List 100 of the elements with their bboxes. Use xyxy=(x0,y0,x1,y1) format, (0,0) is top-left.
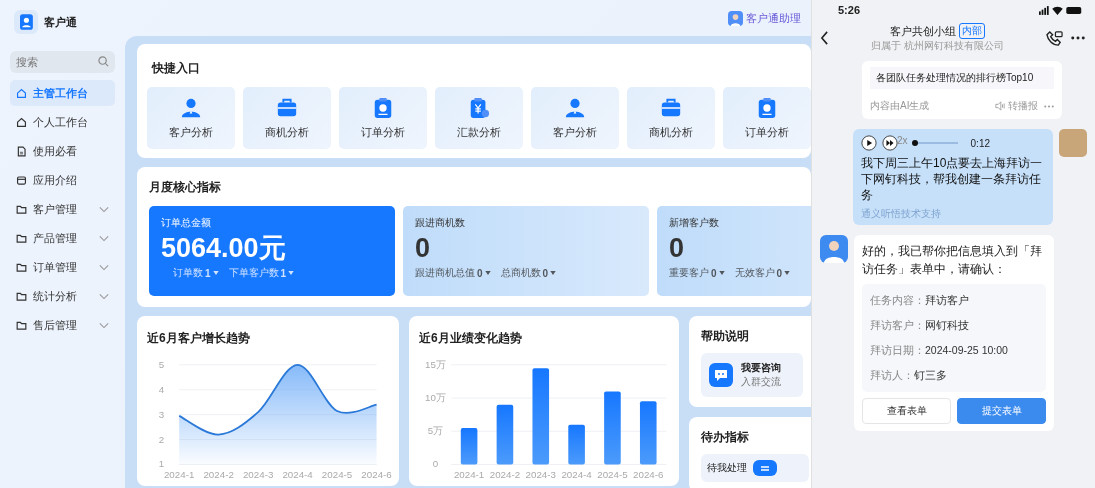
sidebar-item[interactable]: 统计分析 xyxy=(10,283,115,309)
sidebar-item[interactable]: 订单管理 xyxy=(10,254,115,280)
axis-tick-label: 2024-5 xyxy=(597,469,628,481)
axis-tick-label: 2024-4 xyxy=(282,469,313,481)
field-label: 任务内容： xyxy=(870,293,925,308)
more-icon[interactable] xyxy=(1071,36,1085,40)
bar xyxy=(460,427,478,465)
search-field[interactable]: 搜索 xyxy=(10,51,115,73)
sidebar-item[interactable]: 产品管理 xyxy=(10,225,115,251)
axis-tick-label: 2024-6 xyxy=(361,469,392,481)
home-icon xyxy=(16,116,27,128)
chart-title: 近6月客户增长趋势 xyxy=(147,330,251,347)
axis-tick-label: 2024-1 xyxy=(163,469,195,481)
caret-down-icon xyxy=(784,271,791,275)
quick-entry-tile[interactable]: 订单分析 xyxy=(723,87,811,149)
sidebar-item[interactable]: 使用必看 xyxy=(10,138,115,164)
help-title: 我要咨询 xyxy=(741,361,781,375)
avatar-placeholder xyxy=(1059,129,1087,157)
document-icon xyxy=(16,145,27,157)
sidebar-item[interactable]: 个人工作台 xyxy=(10,109,115,135)
status-icons-drawing xyxy=(1039,5,1083,15)
todo-tile[interactable]: 待我处理 xyxy=(701,454,809,482)
app-logo-icon xyxy=(14,10,38,34)
window-icon xyxy=(16,174,27,186)
folder-icon xyxy=(16,232,27,244)
ai-note: 内容由AI生成 xyxy=(870,99,930,113)
sidebar-item[interactable]: 客户管理 xyxy=(10,196,115,222)
chat-bubble-icon xyxy=(709,363,733,387)
axis-tick-label: 0 xyxy=(432,458,439,470)
phone-call-icon[interactable] xyxy=(1046,29,1063,47)
metric-dropdown[interactable]: 总商机数 0 xyxy=(500,266,557,280)
clipboard-yen-icon xyxy=(468,96,490,119)
metric-value: 0 xyxy=(415,232,432,265)
chevron-down-icon xyxy=(99,321,109,329)
metric-label: 新增客户数 xyxy=(669,216,720,230)
chevron-down-icon xyxy=(99,263,109,271)
app-name: 客户通 xyxy=(44,14,77,30)
message-text: 好的，我已帮你把信息填入到「拜访任务」表单中，请确认： xyxy=(862,243,1043,278)
folder-icon xyxy=(16,261,27,273)
quick-entry-tile[interactable]: 客户分析 xyxy=(531,87,619,149)
transcription-note: 通义听悟技术支持 xyxy=(861,207,942,221)
assistant-button[interactable]: 客户通助理 xyxy=(724,8,805,28)
caret-down-icon xyxy=(212,271,219,275)
chart-title: 近6月业绩变化趋势 xyxy=(419,330,523,347)
clipboard-icon xyxy=(756,96,778,119)
metric-dropdown[interactable]: 重要客户 0 xyxy=(669,266,725,280)
field-value: 网钉科技 xyxy=(925,318,969,333)
status-time: 5:26 xyxy=(838,4,861,16)
field-value: 2024-09-25 10:00 xyxy=(925,343,1008,358)
axis-tick-label: 5万 xyxy=(427,425,444,437)
speed-label: 2x xyxy=(897,135,908,146)
axis-tick-label: 4 xyxy=(158,383,165,395)
clipboard-icon xyxy=(372,96,394,119)
play-icon[interactable] xyxy=(861,135,877,151)
briefcase-icon xyxy=(660,96,682,119)
metric-label: 订单总金额 xyxy=(161,216,212,230)
metric-dropdown[interactable]: 无效客户 0 xyxy=(734,266,791,280)
bar xyxy=(568,424,585,465)
bar xyxy=(639,401,657,465)
quick-entry-tile[interactable]: 客户分析 xyxy=(147,87,235,149)
bar xyxy=(496,404,514,465)
metric-label: 跟进商机数 xyxy=(415,216,466,230)
axis-tick-label: 10万 xyxy=(425,392,446,403)
speaker-icon xyxy=(995,101,1005,111)
chevron-down-icon xyxy=(99,234,109,242)
sidebar-item[interactable]: 售后管理 xyxy=(10,312,115,338)
internal-tag: 内部 xyxy=(959,23,985,39)
axis-tick-label: 2024-2 xyxy=(203,469,234,481)
metric-dropdown[interactable]: 跟进商机总值 0 xyxy=(415,266,491,280)
fast-forward-icon[interactable] xyxy=(882,135,898,151)
caret-down-icon xyxy=(550,271,557,275)
form-button[interactable]: 查看表单 xyxy=(862,398,951,424)
axis-tick-label: 2024-3 xyxy=(525,469,556,481)
avatar-icon xyxy=(728,10,743,26)
search-icon xyxy=(98,56,109,67)
sidebar-item[interactable]: 应用介绍 xyxy=(10,167,115,193)
help-subtitle: 入群交流 xyxy=(741,375,781,389)
caret-down-icon xyxy=(484,271,491,275)
caret-down-icon xyxy=(718,271,725,275)
chat-title: 客户共创小组 xyxy=(890,23,956,39)
quick-entry-tile[interactable]: 商机分析 xyxy=(243,87,331,149)
chat-subtitle: 归属于 杭州网钉科技有限公司 xyxy=(871,39,1004,53)
folder-icon xyxy=(16,319,27,331)
axis-tick-label: 2024-5 xyxy=(321,469,353,481)
person-icon xyxy=(180,96,202,119)
bot-avatar-icon xyxy=(820,235,848,263)
quick-entry-tile[interactable]: 商机分析 xyxy=(627,87,715,149)
quick-entry-tile[interactable]: 订单分析 xyxy=(339,87,427,149)
home-icon xyxy=(16,87,27,99)
back-icon[interactable] xyxy=(820,31,829,45)
field-value: 钉三多 xyxy=(914,368,947,383)
chevron-down-icon xyxy=(99,205,109,213)
folder-icon xyxy=(16,290,27,302)
axis-tick-label: 5 xyxy=(158,358,165,370)
axis-tick-label: 2 xyxy=(158,433,165,445)
help-tile[interactable]: 我要咨询 入群交流 xyxy=(701,353,803,397)
chevron-down-icon xyxy=(99,292,109,300)
section-title: 快捷入口 xyxy=(152,60,201,77)
quick-entry-tile[interactable]: 汇款分析 xyxy=(435,87,523,149)
axis-tick-label: 2024-4 xyxy=(561,469,592,481)
